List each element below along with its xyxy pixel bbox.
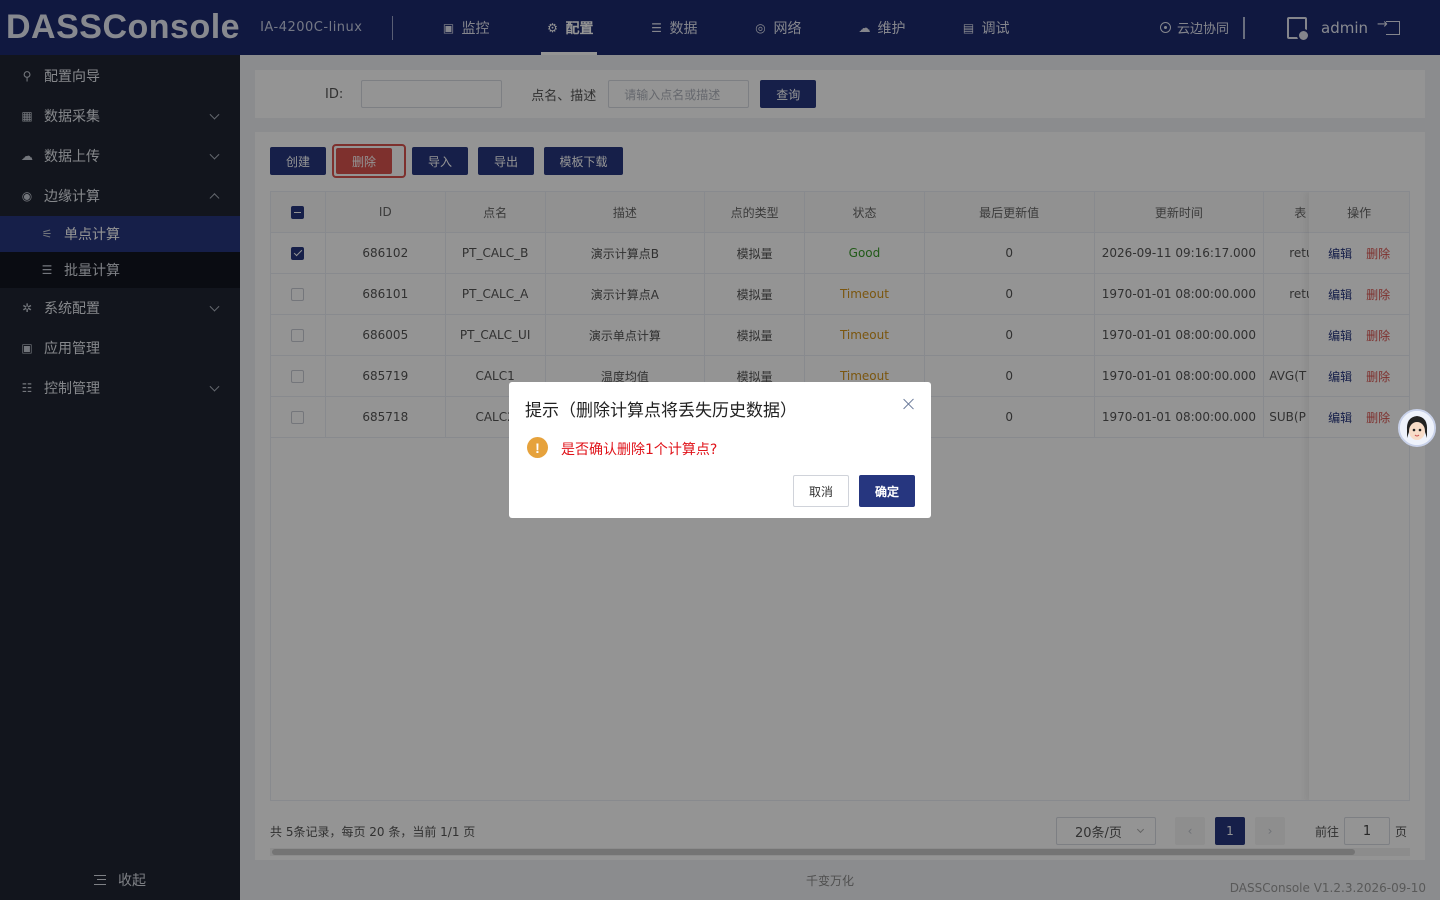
warning-icon: ! — [527, 437, 548, 458]
dialog-message: 是否确认删除1个计算点? — [561, 442, 718, 458]
dialog-title: 提示（删除计算点将丢失历史数据） — [525, 401, 797, 421]
confirm-button[interactable]: 确定 — [859, 475, 915, 507]
assistant-avatar[interactable] — [1398, 409, 1436, 447]
avatar-icon — [1400, 411, 1434, 445]
cancel-button[interactable]: 取消 — [793, 475, 849, 507]
confirm-delete-dialog: 提示（删除计算点将丢失历史数据） ! 是否确认删除1个计算点? 取消 确定 — [509, 382, 931, 518]
close-icon[interactable] — [903, 398, 915, 410]
